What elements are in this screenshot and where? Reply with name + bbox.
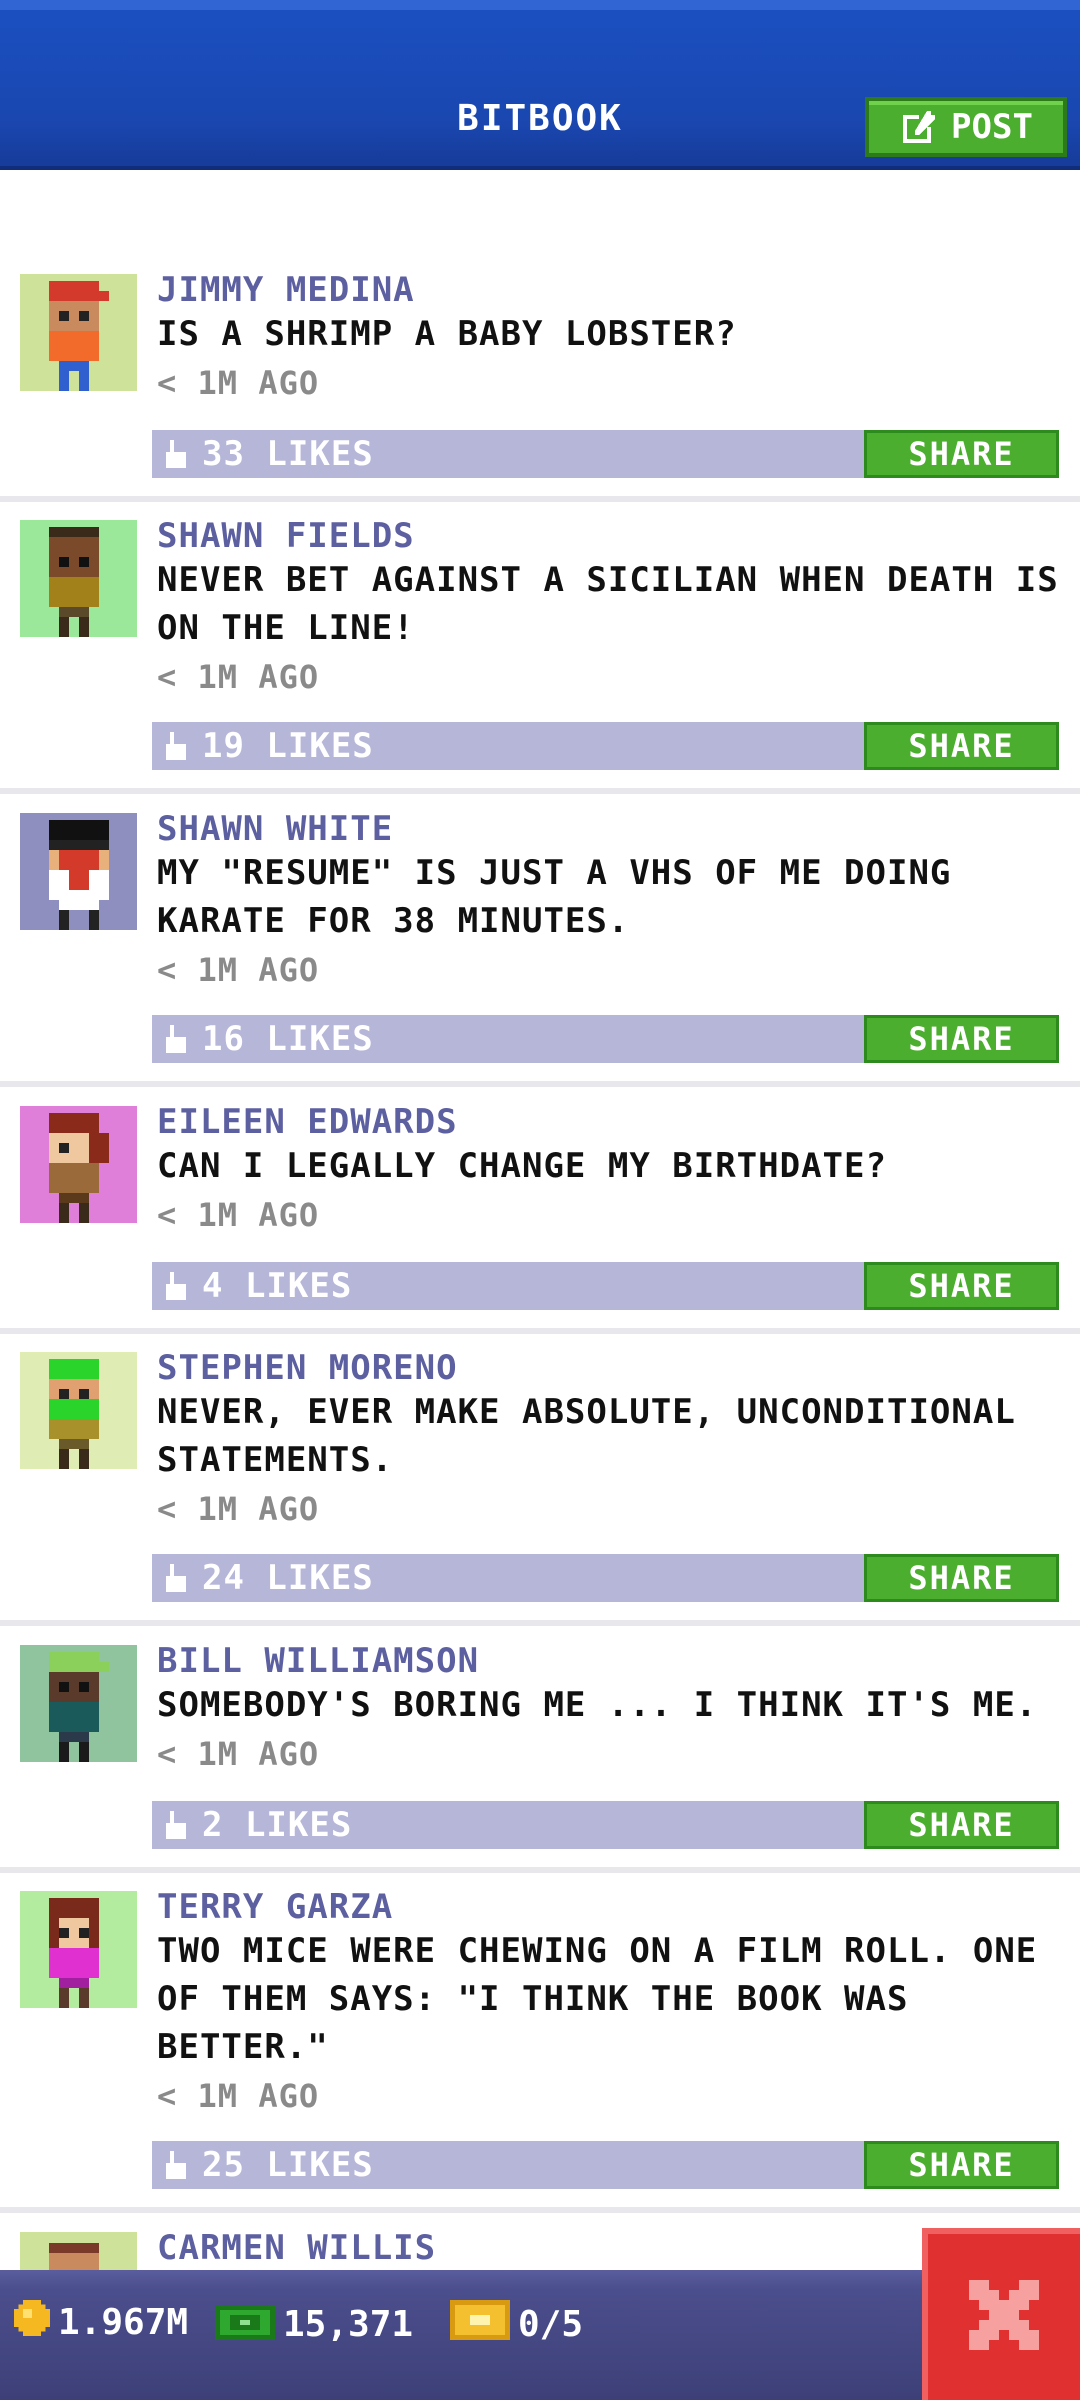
likes-bar: 25 LIKES SHARE — [152, 2141, 1059, 2189]
post-author[interactable]: JIMMY MEDINA — [157, 270, 415, 310]
bottom-status-bar: 1.967M 15,371 0/5 — [0, 2270, 1080, 2400]
likes-count: 25 LIKES — [202, 2145, 374, 2185]
thumbs-up-icon — [162, 1564, 190, 1596]
bux-value: 15,371 — [283, 2304, 414, 2345]
header-stripe — [0, 0, 1080, 10]
likes-count: 4 LIKES — [202, 1266, 353, 1306]
bux-stat: 15,371 — [215, 2300, 413, 2349]
divider — [0, 1867, 1080, 1873]
avatar[interactable] — [20, 1106, 137, 1223]
app-header: BITBOOK POST — [0, 0, 1080, 170]
avatar[interactable] — [20, 274, 137, 391]
thumbs-up-icon — [162, 1811, 190, 1843]
avatar[interactable] — [20, 520, 137, 637]
share-button[interactable]: SHARE — [864, 1801, 1059, 1849]
post-button[interactable]: POST — [865, 97, 1067, 157]
thumbs-up-icon — [162, 1272, 190, 1304]
post-text: IS A SHRIMP A BABY LOBSTER? — [157, 314, 737, 354]
divider — [0, 1620, 1080, 1626]
post-author[interactable]: BILL WILLIAMSON — [157, 1641, 479, 1681]
edit-icon — [899, 107, 939, 147]
likes-bar: 4 LIKES SHARE — [152, 1262, 1059, 1310]
thumbs-up-icon — [162, 440, 190, 472]
likes-count: 16 LIKES — [202, 1019, 374, 1059]
tickets-value: 0/5 — [518, 2304, 584, 2345]
post-time: < 1M AGO — [157, 1735, 320, 1773]
likes-bar: 19 LIKES SHARE — [152, 722, 1059, 770]
ticket-icon — [450, 2300, 510, 2349]
share-button[interactable]: SHARE — [864, 722, 1059, 770]
share-button[interactable]: SHARE — [864, 2141, 1059, 2189]
thumbs-up-icon — [162, 2151, 190, 2183]
post-text: NEVER BET AGAINST A SICILIAN WHEN DEATH … — [157, 560, 1059, 648]
post-time: < 1M AGO — [157, 2077, 320, 2115]
share-button[interactable]: SHARE — [864, 1554, 1059, 1602]
post-text: NEVER, EVER MAKE ABSOLUTE, UNCONDITIONAL… — [157, 1392, 1016, 1480]
tickets-stat: 0/5 — [450, 2300, 583, 2349]
coins-value: 1.967M — [58, 2302, 189, 2343]
likes-count: 2 LIKES — [202, 1805, 353, 1845]
share-button[interactable]: SHARE — [864, 430, 1059, 478]
coin-icon — [14, 2300, 50, 2345]
post-author[interactable]: EILEEN EDWARDS — [157, 1102, 458, 1142]
avatar[interactable] — [20, 1352, 137, 1469]
avatar[interactable] — [20, 2232, 137, 2274]
post-time: < 1M AGO — [157, 1490, 320, 1528]
likes-bar: 24 LIKES SHARE — [152, 1554, 1059, 1602]
likes-count: 19 LIKES — [202, 726, 374, 766]
likes-count: 24 LIKES — [202, 1558, 374, 1598]
post-text: CAN I LEGALLY CHANGE MY BIRTHDATE? — [157, 1146, 887, 1186]
post-author[interactable]: SHAWN FIELDS — [157, 516, 415, 556]
divider — [0, 2207, 1080, 2213]
post-label: POST — [951, 107, 1033, 147]
post-time: < 1M AGO — [157, 364, 320, 402]
close-icon — [969, 2280, 1039, 2354]
avatar[interactable] — [20, 813, 137, 930]
divider — [0, 1081, 1080, 1087]
thumbs-up-icon — [162, 732, 190, 764]
likes-bar: 16 LIKES SHARE — [152, 1015, 1059, 1063]
divider — [0, 496, 1080, 502]
avatar[interactable] — [20, 1891, 137, 2008]
post-time: < 1M AGO — [157, 951, 320, 989]
likes-count: 33 LIKES — [202, 434, 374, 474]
close-button[interactable] — [922, 2228, 1080, 2400]
share-button[interactable]: SHARE — [864, 1015, 1059, 1063]
thumbs-up-icon — [162, 1025, 190, 1057]
post-author[interactable]: STEPHEN MORENO — [157, 1348, 458, 1388]
divider — [0, 788, 1080, 794]
post-text: SOMEBODY'S BORING ME ... I THINK IT'S ME… — [157, 1685, 1038, 1725]
post-time: < 1M AGO — [157, 658, 320, 696]
likes-bar: 33 LIKES SHARE — [152, 430, 1059, 478]
post-time: < 1M AGO — [157, 1196, 320, 1234]
share-button[interactable]: SHARE — [864, 1262, 1059, 1310]
avatar[interactable] — [20, 1645, 137, 1762]
post-author[interactable]: SHAWN WHITE — [157, 809, 393, 849]
bux-icon — [215, 2300, 275, 2349]
coins-stat: 1.967M — [14, 2300, 188, 2345]
likes-bar: 2 LIKES SHARE — [152, 1801, 1059, 1849]
post-author[interactable]: CARMEN WILLIS — [157, 2228, 436, 2268]
divider — [0, 1328, 1080, 1334]
post-text: TWO MICE WERE CHEWING ON A FILM ROLL. ON… — [157, 1931, 1038, 2067]
post-text: MY "RESUME" IS JUST A VHS OF ME DOING KA… — [157, 853, 952, 941]
post-author[interactable]: TERRY GARZA — [157, 1887, 393, 1927]
